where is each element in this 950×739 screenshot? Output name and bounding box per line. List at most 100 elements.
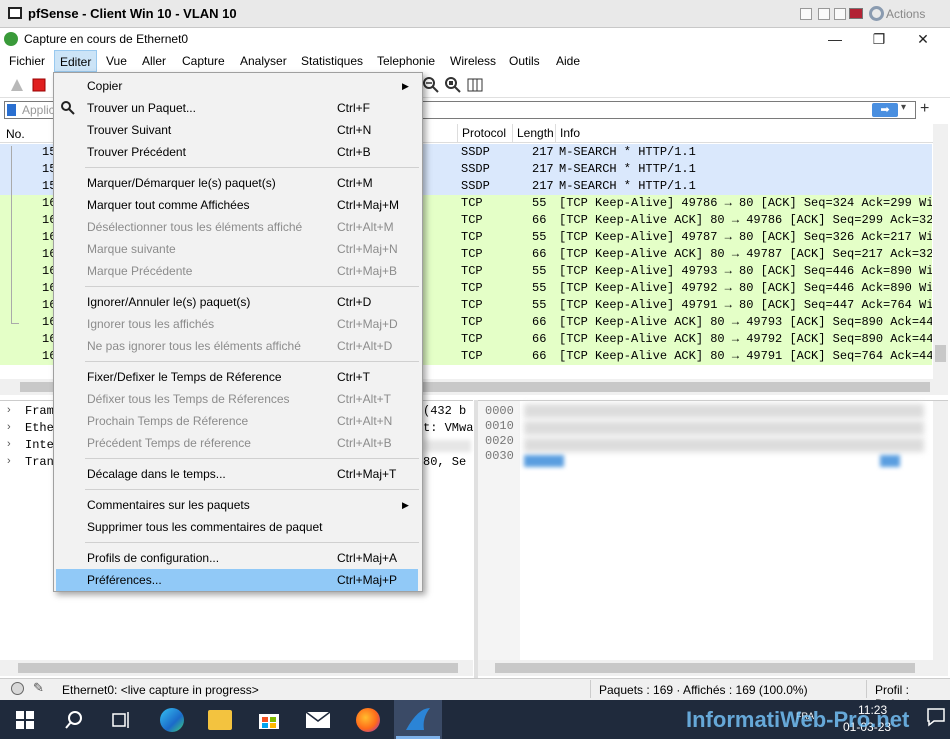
menu-item-label: Prochain Temps de Réference	[87, 414, 249, 428]
gear-icon[interactable]	[869, 6, 884, 21]
packet-protocol: TCP	[461, 230, 483, 244]
menu-item-ignorer-tous-les-affiches[interactable]: Ignorer tous les affichés Ctrl+Maj+D	[54, 313, 422, 335]
menu-capture[interactable]: Capture	[177, 50, 230, 72]
vm-minimize-icon[interactable]	[800, 8, 812, 20]
bytes-vscroll[interactable]	[933, 401, 948, 660]
mail-icon[interactable]	[305, 711, 331, 731]
packet-list-vscroll-thumb[interactable]	[935, 345, 946, 362]
stop-capture-icon[interactable]	[30, 76, 48, 94]
menu-item-precedent-temps-de-reference[interactable]: Précédent Temps de réference Ctrl+Alt+B	[54, 432, 422, 454]
menu-item-trouver-suivant[interactable]: Trouver Suivant Ctrl+N	[54, 119, 422, 141]
expand-arrow-icon[interactable]: ›	[7, 455, 11, 467]
menu-item-marque-suivante[interactable]: Marque suivante Ctrl+Maj+N	[54, 238, 422, 260]
start-capture-icon[interactable]	[8, 76, 26, 94]
packet-length: 55	[532, 264, 547, 278]
menu-item-shortcut: Ctrl+N	[337, 123, 372, 137]
menu-item-marquer-tout-comme-affichees[interactable]: Marquer tout comme Affichées Ctrl+Maj+M	[54, 194, 422, 216]
menu-item-ne-pas-ignorer-tous-les-elements-affiche[interactable]: Ne pas ignorer tous les éléments affiché…	[54, 335, 422, 357]
edge-icon[interactable]	[160, 708, 184, 732]
vm-close-icon[interactable]	[834, 8, 846, 20]
packet-list-vscroll[interactable]	[933, 124, 948, 379]
apply-filter-icon[interactable]: ➡	[872, 103, 898, 117]
resize-columns-icon[interactable]	[466, 76, 484, 94]
byte-offset: 0010	[485, 419, 514, 433]
file-explorer-icon[interactable]	[208, 710, 232, 730]
menu-aide[interactable]: Aide	[551, 50, 585, 72]
packet-protocol: TCP	[461, 247, 483, 261]
menu-item-profils-de-configuration[interactable]: Profils de configuration... Ctrl+Maj+A	[54, 547, 422, 569]
menu-wireless[interactable]: Wireless	[445, 50, 501, 72]
details-hscroll-thumb[interactable]	[18, 663, 458, 673]
menu-item-prochain-temps-de-reference[interactable]: Prochain Temps de Réference Ctrl+Alt+N	[54, 410, 422, 432]
store-icon[interactable]	[258, 708, 280, 733]
minimize-icon[interactable]: —	[818, 28, 852, 50]
menu-item-ignorer-annuler-le-s-paquet-s[interactable]: Ignorer/Annuler le(s) paquet(s) Ctrl+D	[54, 291, 422, 313]
column-no[interactable]: No.	[6, 127, 25, 141]
menu-item-fixer-defixer-le-temps-de-reference[interactable]: Fixer/Defixer le Temps de Réference Ctrl+…	[54, 366, 422, 388]
packet-length: 217	[532, 145, 554, 159]
menu-telephonie[interactable]: Telephonie	[372, 50, 440, 72]
packet-length: 66	[532, 315, 547, 329]
menu-analyser[interactable]: Analyser	[235, 50, 292, 72]
window-title: Capture en cours de Ethernet0	[24, 32, 189, 46]
menu-vue[interactable]: Vue	[101, 50, 132, 72]
packet-length: 66	[532, 349, 547, 363]
menu-item-trouver-precedent[interactable]: Trouver Précédent Ctrl+B	[54, 141, 422, 163]
menu-item-trouver-un-paquet[interactable]: Trouver un Paquet... Ctrl+F	[54, 97, 422, 119]
column-info[interactable]: Info	[555, 124, 933, 143]
notification-icon[interactable]	[926, 707, 946, 730]
column-length[interactable]: Length	[512, 124, 555, 143]
blurred-hex-row	[524, 404, 924, 418]
menu-outils[interactable]: Outils	[504, 50, 545, 72]
firefox-icon[interactable]	[356, 708, 380, 732]
vm-title: pfSense - Client Win 10 - VLAN 10	[28, 6, 237, 21]
detail-row-label[interactable]: Fram	[25, 404, 54, 418]
bookmark-icon[interactable]	[7, 104, 16, 116]
menu-fichier[interactable]: Fichier	[4, 50, 50, 72]
zoom-out-icon[interactable]	[422, 76, 440, 94]
task-view-icon[interactable]	[112, 711, 132, 732]
menu-item-commentaires-sur-les-paquets[interactable]: Commentaires sur les paquets ▶	[54, 494, 422, 516]
packet-protocol: TCP	[461, 281, 483, 295]
expand-arrow-icon[interactable]: ›	[7, 404, 11, 416]
menu-editer[interactable]: Editer	[54, 50, 98, 72]
menu-item-shortcut: Ctrl+Alt+D	[337, 339, 393, 353]
close-icon[interactable]: ✕	[906, 28, 940, 50]
packet-info: [TCP Keep-Alive ACK] 80 → 49791 [ACK] Se…	[559, 349, 932, 363]
menu-item-marque-precedente[interactable]: Marque Précédente Ctrl+Maj+B	[54, 260, 422, 282]
add-filter-button[interactable]: +	[920, 100, 929, 118]
packet-info: M-SEARCH * HTTP/1.1	[559, 179, 696, 193]
expand-arrow-icon[interactable]: ›	[7, 421, 11, 433]
menu-separator	[85, 286, 419, 287]
menu-item-marquer-demarquer-le-s-paquet-s[interactable]: Marquer/Démarquer le(s) paquet(s) Ctrl+M	[54, 172, 422, 194]
packet-info: [TCP Keep-Alive ACK] 80 → 49787 [ACK] Se…	[559, 247, 932, 261]
menu-item-label: Copier	[87, 79, 123, 93]
actions-label[interactable]: Actions	[886, 7, 925, 21]
search-icon[interactable]	[64, 710, 84, 733]
detail-row-label[interactable]: Ethe	[25, 421, 54, 435]
capture-comment-icon[interactable]: ✎	[33, 680, 44, 696]
menu-statistiques[interactable]: Statistiques	[296, 50, 368, 72]
flag-icon[interactable]	[849, 8, 863, 19]
detail-row-label[interactable]: Tran	[25, 455, 54, 469]
expand-arrow-icon[interactable]: ›	[7, 438, 11, 450]
menu-item-defixer-tous-les-temps-de-references[interactable]: Défixer tous les Temps de Réferences Ctrl…	[54, 388, 422, 410]
packet-length: 66	[532, 213, 547, 227]
filter-dropdown-icon[interactable]: ▾	[901, 102, 906, 113]
maximize-icon[interactable]: ❐	[862, 28, 896, 50]
vm-restore-icon[interactable]	[818, 8, 830, 20]
detail-row-label[interactable]: Inte	[25, 438, 54, 452]
menu-aller[interactable]: Aller	[137, 50, 171, 72]
expert-info-icon[interactable]	[11, 682, 24, 695]
menu-item-decalage-dans-le-temps[interactable]: Décalage dans le temps... Ctrl+Maj+T	[54, 463, 422, 485]
column-protocol[interactable]: Protocol	[457, 124, 512, 143]
packet-info: [TCP Keep-Alive ACK] 80 → 49786 [ACK] Se…	[559, 213, 932, 227]
bytes-hscroll-thumb[interactable]	[495, 663, 915, 673]
menu-item-deselectionner-tous-les-elements-affiche[interactable]: Désélectionner tous les éléments affiché…	[54, 216, 422, 238]
menu-item-preferences[interactable]: Préférences... Ctrl+Maj+P	[56, 569, 418, 591]
watermark-text: InformatiWeb-Pro.net	[686, 707, 910, 732]
zoom-reset-icon[interactable]	[444, 76, 462, 94]
menu-item-supprimer-tous-les-commentaires-de-paquet[interactable]: Supprimer tous les commentaires de paque…	[54, 516, 422, 538]
menu-item-copier[interactable]: Copier ▶	[54, 75, 422, 97]
windows-start-icon[interactable]	[16, 711, 34, 732]
